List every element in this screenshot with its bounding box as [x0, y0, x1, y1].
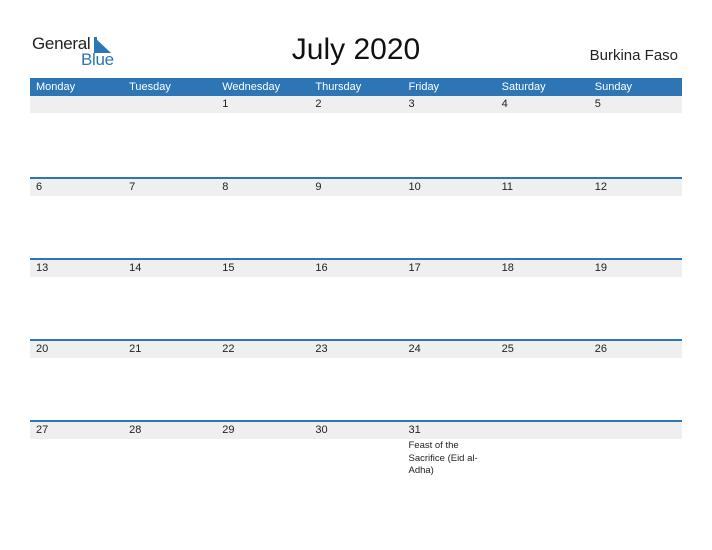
- day-number: 6: [36, 181, 43, 193]
- day-number: 5: [594, 98, 601, 110]
- holiday-event: [309, 358, 402, 359]
- week-row: 27 28 29 30 31 Feast of the Sacrifice (Eid al…: [30, 420, 682, 501]
- day-number: 17: [408, 262, 421, 274]
- day-number: 24: [408, 343, 421, 355]
- holiday-event: [216, 196, 309, 197]
- events-row: Feast of the Sacrifice (Eid al-Adha): [30, 439, 682, 478]
- holiday-event: [30, 439, 123, 478]
- day-number: 10: [408, 181, 421, 193]
- holiday-event: [403, 358, 496, 359]
- date-strip: 13 14 15 16 17 18 19: [30, 260, 682, 277]
- weekday-sunday: Sunday: [594, 81, 633, 93]
- day-number: 4: [501, 98, 508, 110]
- holiday-event: [589, 358, 682, 359]
- day-number: [30, 96, 123, 113]
- holiday-event: [123, 113, 216, 114]
- holiday-event: [309, 196, 402, 197]
- day-number: 15: [222, 262, 235, 274]
- day-number: 12: [594, 181, 607, 193]
- weekday-thursday: Thursday: [315, 81, 362, 93]
- holiday-event: [123, 277, 216, 278]
- events-row: [30, 196, 682, 197]
- weekday-friday: Friday: [408, 81, 440, 93]
- holiday-event: [309, 277, 402, 278]
- holiday-event: [403, 196, 496, 197]
- calendar-grid: Monday Tuesday Wednesday Thursday Friday…: [30, 78, 682, 501]
- day-number: 31: [408, 424, 421, 436]
- weekday-saturday: Saturday: [501, 81, 546, 93]
- weekday-monday: Monday: [36, 81, 76, 93]
- week-row: 6 7 8 9 10 11 12: [30, 177, 682, 258]
- holiday-event: [403, 277, 496, 278]
- day-number: 18: [501, 262, 514, 274]
- holiday-event: [30, 113, 123, 114]
- holiday-event: [123, 439, 216, 478]
- holiday-event: [123, 358, 216, 359]
- events-row: [30, 277, 682, 278]
- holiday-event: [309, 113, 402, 114]
- events-row: [30, 113, 682, 114]
- week-row: 1 2 3 4 5: [30, 96, 682, 177]
- holiday-event: [123, 196, 216, 197]
- day-number: 8: [222, 181, 229, 193]
- day-number: 1: [222, 98, 229, 110]
- holiday-event: [216, 277, 309, 278]
- week-row: 20 21 22 23 24 25 26: [30, 339, 682, 420]
- day-number: 30: [315, 424, 328, 436]
- holiday-event: [216, 358, 309, 359]
- weeks-container: 1 2 3 4 5 6 7 8 9 10 11 12 13 14 15 16 17 18 19 20 21 22 23 24 2…: [30, 96, 682, 501]
- day-number: 21: [129, 343, 142, 355]
- country-label: Burkina Faso: [589, 47, 678, 64]
- day-number: 14: [129, 262, 142, 274]
- day-number: [496, 422, 589, 439]
- holiday-event: [30, 196, 123, 197]
- day-number: 11: [501, 181, 514, 193]
- events-row: [30, 358, 682, 359]
- weekday-tuesday: Tuesday: [129, 81, 171, 93]
- holiday-event: [30, 358, 123, 359]
- holiday-event: Feast of the Sacrifice (Eid al-Adha): [408, 440, 478, 476]
- holiday-event: [403, 113, 496, 114]
- day-number: 23: [315, 343, 328, 355]
- holiday-event: [216, 113, 309, 114]
- day-number: 27: [36, 424, 49, 436]
- date-strip: 1 2 3 4 5: [30, 96, 682, 113]
- week-row: 13 14 15 16 17 18 19: [30, 258, 682, 339]
- day-number: 26: [594, 343, 607, 355]
- day-number: 22: [222, 343, 235, 355]
- holiday-event: [589, 277, 682, 278]
- day-number: 7: [129, 181, 136, 193]
- weekday-header: Monday Tuesday Wednesday Thursday Friday…: [30, 78, 682, 96]
- holiday-event: [496, 358, 589, 359]
- day-number: 25: [501, 343, 514, 355]
- holiday-event: [496, 196, 589, 197]
- weekday-wednesday: Wednesday: [222, 81, 281, 93]
- day-number: [123, 96, 216, 113]
- day-number: [589, 422, 682, 439]
- holiday-event: [309, 439, 402, 478]
- day-number: 16: [315, 262, 328, 274]
- holiday-event: [589, 113, 682, 114]
- holiday-event: [496, 113, 589, 114]
- day-number: 3: [408, 98, 415, 110]
- date-strip: 27 28 29 30 31: [30, 422, 682, 439]
- day-number: 2: [315, 98, 322, 110]
- day-number: 13: [36, 262, 49, 274]
- date-strip: 6 7 8 9 10 11 12: [30, 179, 682, 196]
- holiday-event: [216, 439, 309, 478]
- holiday-event: [496, 439, 589, 478]
- date-strip: 20 21 22 23 24 25 26: [30, 341, 682, 358]
- day-number: 29: [222, 424, 235, 436]
- day-number: 19: [594, 262, 607, 274]
- holiday-event: [589, 439, 682, 478]
- holiday-event: [496, 277, 589, 278]
- holiday-event: [30, 277, 123, 278]
- holiday-event: [589, 196, 682, 197]
- day-number: 28: [129, 424, 142, 436]
- day-number: 20: [36, 343, 49, 355]
- day-number: 9: [315, 181, 322, 193]
